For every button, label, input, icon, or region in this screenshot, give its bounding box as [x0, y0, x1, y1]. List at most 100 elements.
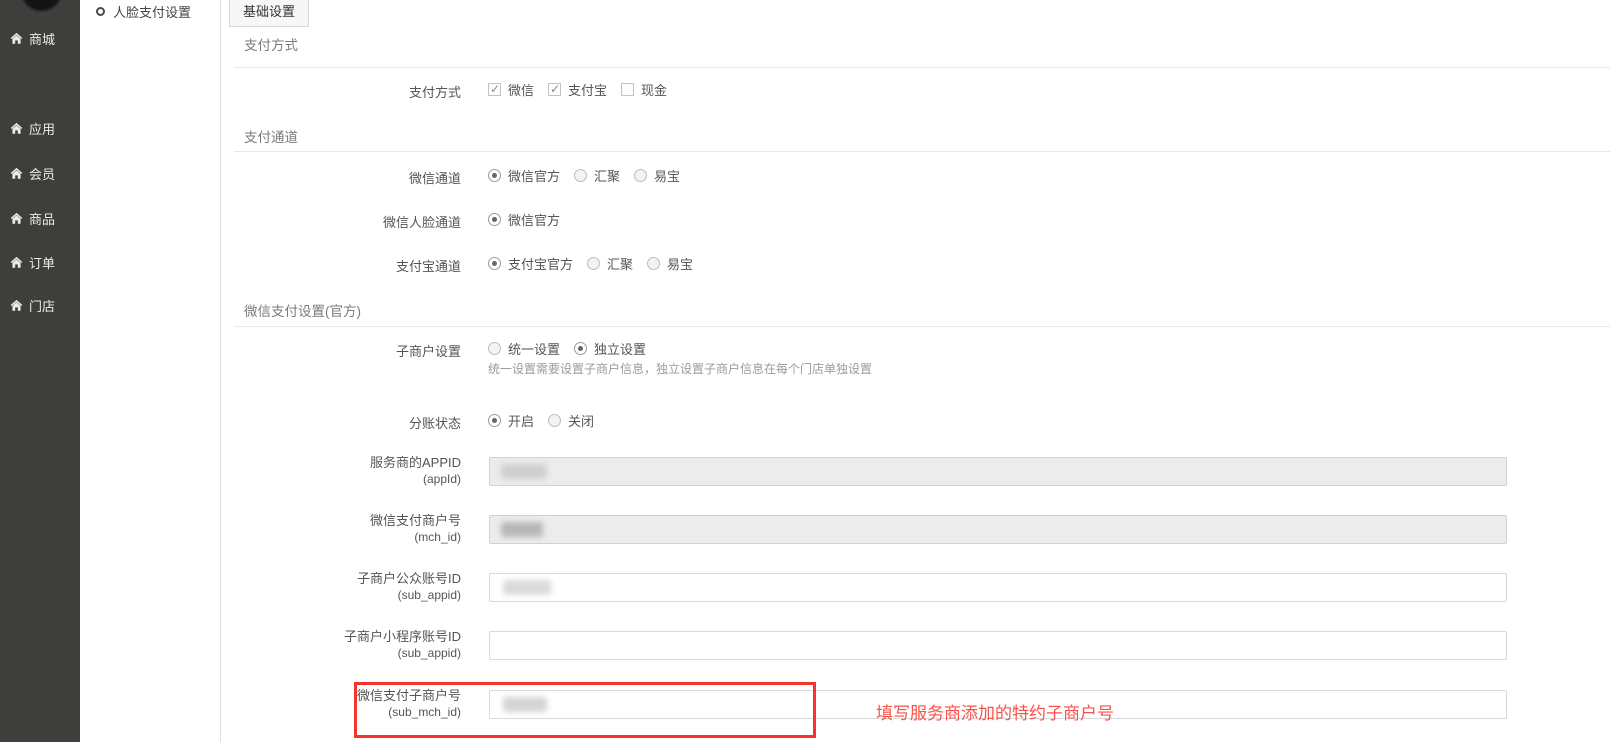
checkbox-option-alipay[interactable]: 支付宝 [548, 80, 607, 99]
radio-label[interactable]: 开启 [508, 411, 534, 430]
sub-merchant-setting-row-label: 子商户设置 [222, 341, 461, 360]
split-status-radio-group: 开启 关闭 [488, 411, 594, 430]
sidebar-item-label: 门店 [29, 296, 55, 315]
radio-label[interactable]: 汇聚 [607, 254, 633, 273]
checkbox-option-cash[interactable]: 现金 [621, 80, 667, 99]
radio-label[interactable]: 独立设置 [594, 339, 646, 358]
alipay-channel-row-label: 支付宝通道 [222, 256, 461, 275]
home-icon [10, 122, 23, 135]
blurred-value [501, 522, 543, 537]
radio-option-huiju[interactable]: 汇聚 [574, 166, 620, 185]
radio-label[interactable]: 微信官方 [508, 210, 560, 229]
payment-method-checkbox-group: 微信 支付宝 现金 [488, 80, 667, 99]
radio-option-independent-setting[interactable]: 独立设置 [574, 339, 646, 358]
field-label-line1: 微信支付商户号 [222, 513, 461, 529]
radio-option-off[interactable]: 关闭 [548, 411, 594, 430]
divider [234, 151, 1610, 152]
payment-method-row-label: 支付方式 [222, 82, 461, 101]
radio-icon[interactable] [488, 342, 501, 355]
field-label-line1: 子商户小程序账号ID [222, 629, 461, 645]
radio-icon[interactable] [488, 213, 501, 226]
wechat-face-channel-row-label: 微信人脸通道 [222, 212, 461, 231]
sidebar-item-orders[interactable]: 订单 [0, 253, 80, 271]
home-icon [10, 256, 23, 269]
radio-label[interactable]: 微信官方 [508, 166, 560, 185]
radio-icon[interactable] [647, 257, 660, 270]
sidebar-item-apps[interactable]: 应用 [0, 119, 80, 137]
mini-program-sub-appid-field-label: 子商户小程序账号ID (sub_appid) [222, 629, 461, 661]
checkbox-icon[interactable] [621, 83, 634, 96]
radio-option-huiju[interactable]: 汇聚 [587, 254, 633, 273]
mch-id-input[interactable] [489, 515, 1507, 544]
alipay-channel-radio-group: 支付宝官方 汇聚 易宝 [488, 254, 693, 273]
sidebar-item-stores[interactable]: 门店 [0, 296, 80, 314]
sidebar-item-label: 订单 [29, 253, 55, 272]
submenu-item-label: 人脸支付设置 [113, 2, 191, 21]
radio-option-wechat-official[interactable]: 微信官方 [488, 166, 560, 185]
field-label-line2: (appId) [222, 471, 461, 487]
radio-icon[interactable] [574, 169, 587, 182]
sidebar-item-goods[interactable]: 商品 [0, 209, 80, 227]
radio-label[interactable]: 关闭 [568, 411, 594, 430]
radio-option-yibao[interactable]: 易宝 [647, 254, 693, 273]
tab-basic-settings[interactable]: 基础设置 [229, 0, 309, 27]
mini-program-sub-appid-input[interactable] [489, 631, 1507, 660]
home-icon [10, 32, 23, 45]
annotation-text: 填写服务商添加的特约子商户号 [876, 699, 1114, 724]
checkbox-icon[interactable] [488, 83, 501, 96]
radio-option-yibao[interactable]: 易宝 [634, 166, 680, 185]
section-title-payment-channels: 支付通道 [244, 126, 298, 146]
circle-bullet-icon [96, 7, 105, 16]
field-label-line2: (sub_mch_id) [222, 704, 461, 720]
checkbox-label[interactable]: 微信 [508, 80, 534, 99]
radio-label[interactable]: 易宝 [667, 254, 693, 273]
sub-mch-id-field-label: 微信支付子商户号 (sub_mch_id) [222, 688, 461, 720]
sidebar-item-label: 商品 [29, 209, 55, 228]
appid-input[interactable] [489, 457, 1507, 486]
blurred-value [503, 697, 547, 712]
section-title-wechat-pay-settings: 微信支付设置(官方) [244, 300, 361, 320]
divider [234, 326, 1610, 327]
sidebar-item-mall[interactable]: 商城 [0, 29, 80, 47]
radio-icon[interactable] [574, 342, 587, 355]
home-icon [10, 299, 23, 312]
radio-label[interactable]: 统一设置 [508, 339, 560, 358]
radio-icon[interactable] [587, 257, 600, 270]
sub-appid-input[interactable] [489, 573, 1507, 602]
mch-id-field-label: 微信支付商户号 (mch_id) [222, 513, 461, 545]
radio-option-on[interactable]: 开启 [488, 411, 534, 430]
primary-sidebar: 商城 应用 会员 商品 订单 门店 [0, 0, 80, 742]
sub-merchant-help-text: 统一设置需要设置子商户信息，独立设置子商户信息在每个门店单独设置 [488, 360, 872, 377]
checkbox-option-wechat[interactable]: 微信 [488, 80, 534, 99]
section-title-payment-method: 支付方式 [244, 34, 298, 54]
radio-label[interactable]: 易宝 [654, 166, 680, 185]
radio-label[interactable]: 汇聚 [594, 166, 620, 185]
blurred-value [503, 580, 551, 595]
checkbox-icon[interactable] [548, 83, 561, 96]
sidebar-item-label: 商城 [29, 29, 55, 48]
radio-icon[interactable] [488, 257, 501, 270]
app-logo[interactable] [22, 0, 61, 10]
sidebar-item-label: 会员 [29, 164, 55, 183]
radio-option-wechat-official[interactable]: 微信官方 [488, 210, 560, 229]
radio-icon[interactable] [634, 169, 647, 182]
field-label-line2: (mch_id) [222, 529, 461, 545]
radio-icon[interactable] [548, 414, 561, 427]
wechat-channel-radio-group: 微信官方 汇聚 易宝 [488, 166, 680, 185]
sub-merchant-radio-group: 统一设置 独立设置 [488, 339, 646, 358]
field-label-line2: (sub_appid) [222, 645, 461, 661]
checkbox-label[interactable]: 现金 [641, 80, 667, 99]
radio-option-unified-setting[interactable]: 统一设置 [488, 339, 560, 358]
submenu-item-face-pay-settings[interactable]: 人脸支付设置 [80, 0, 220, 21]
sidebar-item-members[interactable]: 会员 [0, 164, 80, 182]
field-label-line2: (sub_appid) [222, 587, 461, 603]
radio-icon[interactable] [488, 169, 501, 182]
split-status-row-label: 分账状态 [222, 413, 461, 432]
field-label-line1: 子商户公众账号ID [222, 571, 461, 587]
blurred-value [501, 464, 547, 479]
radio-option-alipay-official[interactable]: 支付宝官方 [488, 254, 573, 273]
home-icon [10, 212, 23, 225]
radio-icon[interactable] [488, 414, 501, 427]
checkbox-label[interactable]: 支付宝 [568, 80, 607, 99]
radio-label[interactable]: 支付宝官方 [508, 254, 573, 273]
